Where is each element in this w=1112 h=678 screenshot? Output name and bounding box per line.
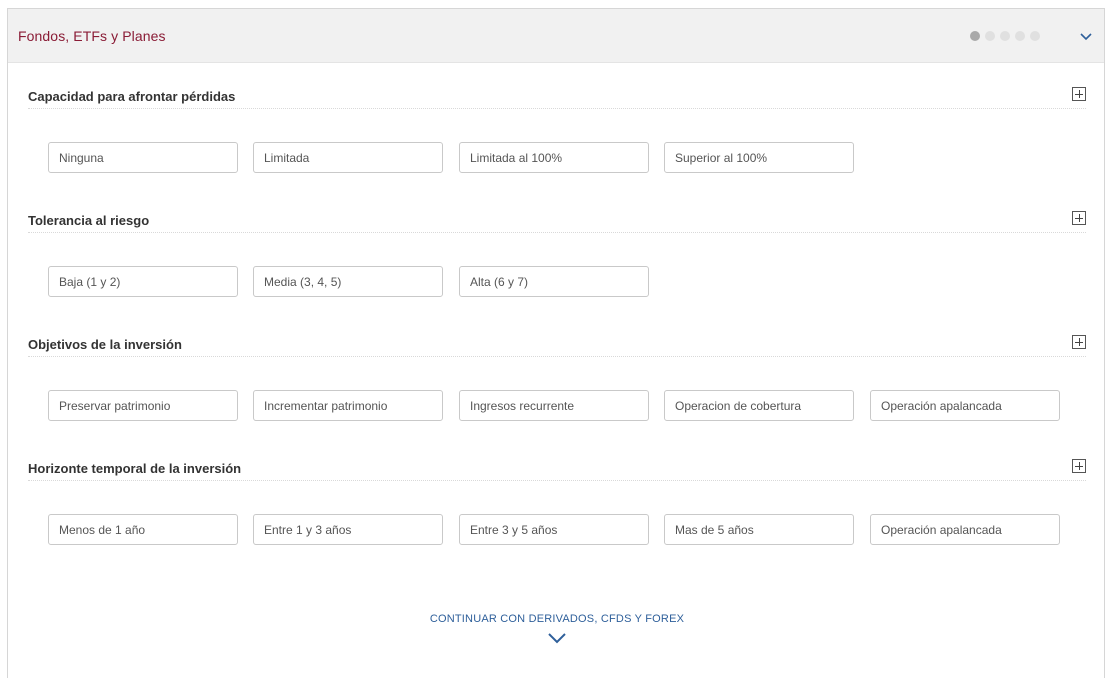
section-investment-goals: Objetivos de la inversión Preservar patr… (28, 335, 1086, 421)
option-menos-1[interactable]: Menos de 1 año (48, 514, 238, 545)
section-title: Objetivos de la inversión (28, 337, 182, 352)
option-entre-1-3[interactable]: Entre 1 y 3 años (253, 514, 443, 545)
continue-link[interactable]: CONTINUAR CON DERIVADOS, CFDS Y FOREX (8, 613, 1106, 645)
option-ingresos[interactable]: Ingresos recurrente (459, 390, 649, 421)
step-dot-3[interactable] (1000, 31, 1010, 41)
option-apalancada[interactable]: Operación apalancada (870, 514, 1060, 545)
option-preservar[interactable]: Preservar patrimonio (48, 390, 238, 421)
option-apalancada[interactable]: Operación apalancada (870, 390, 1060, 421)
step-dot-2[interactable] (985, 31, 995, 41)
step-dot-4[interactable] (1015, 31, 1025, 41)
section-title: Capacidad para afrontar pérdidas (28, 89, 236, 104)
option-mas-5[interactable]: Mas de 5 años (664, 514, 854, 545)
section-title: Tolerancia al riesgo (28, 213, 150, 228)
section-header: Capacidad para afrontar pérdidas (28, 87, 1086, 109)
section-title: Horizonte temporal de la inversión (28, 461, 242, 476)
option-media[interactable]: Media (3, 4, 5) (253, 266, 443, 297)
option-incrementar[interactable]: Incrementar patrimonio (253, 390, 443, 421)
expand-plus-icon[interactable] (1072, 459, 1086, 473)
chevron-down-icon (1080, 33, 1092, 41)
option-baja[interactable]: Baja (1 y 2) (48, 266, 238, 297)
step-dot-5[interactable] (1030, 31, 1040, 41)
option-entre-3-5[interactable]: Entre 3 y 5 años (459, 514, 649, 545)
option-alta[interactable]: Alta (6 y 7) (459, 266, 649, 297)
panel-header: Fondos, ETFs y Planes (8, 9, 1104, 63)
funds-panel: Fondos, ETFs y Planes Capacidad para afr… (7, 8, 1105, 678)
chevron-down-icon[interactable] (547, 631, 567, 645)
section-header: Horizonte temporal de la inversión (28, 459, 1086, 481)
collapse-button[interactable] (1076, 27, 1096, 47)
section-loss-capacity: Capacidad para afrontar pérdidas Ninguna… (28, 87, 1086, 173)
option-ninguna[interactable]: Ninguna (48, 142, 238, 173)
step-dot-1[interactable] (970, 31, 980, 41)
section-risk-tolerance: Tolerancia al riesgo Baja (1 y 2) Media … (28, 211, 1086, 297)
panel-title: Fondos, ETFs y Planes (18, 28, 166, 44)
section-header: Tolerancia al riesgo (28, 211, 1086, 233)
option-limitada-100[interactable]: Limitada al 100% (459, 142, 649, 173)
option-limitada[interactable]: Limitada (253, 142, 443, 173)
expand-plus-icon[interactable] (1072, 211, 1086, 225)
option-superior-100[interactable]: Superior al 100% (664, 142, 854, 173)
section-header: Objetivos de la inversión (28, 335, 1086, 357)
continue-label[interactable]: CONTINUAR CON DERIVADOS, CFDS Y FOREX (8, 613, 1106, 625)
expand-plus-icon[interactable] (1072, 335, 1086, 349)
section-time-horizon: Horizonte temporal de la inversión Menos… (28, 459, 1086, 545)
option-cobertura[interactable]: Operacion de cobertura (664, 390, 854, 421)
step-indicator (970, 31, 1040, 41)
expand-plus-icon[interactable] (1072, 87, 1086, 101)
